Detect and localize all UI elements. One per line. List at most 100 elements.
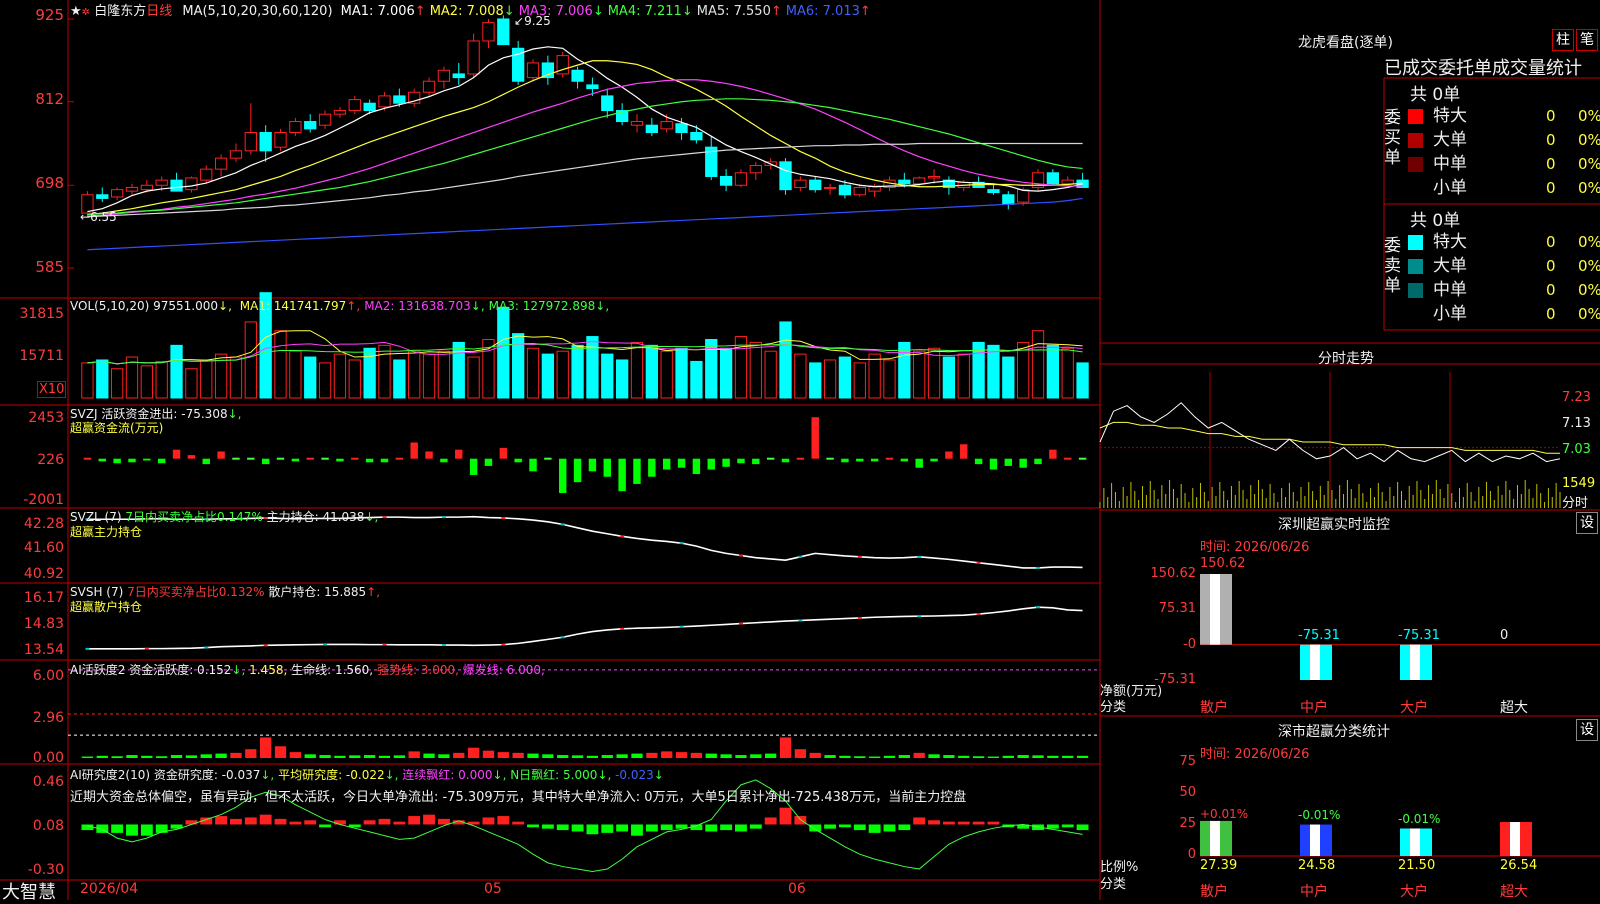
volume-bar-26 bbox=[467, 356, 480, 399]
candle-body-15 bbox=[304, 121, 317, 130]
candle-body-40 bbox=[675, 123, 688, 134]
ai-research-bar-15 bbox=[304, 820, 317, 825]
svzj-bar-56 bbox=[915, 458, 923, 468]
ai-research-bar-61 bbox=[987, 821, 1000, 825]
candle-body-27 bbox=[482, 22, 495, 42]
brand-label[interactable]: 大智慧 bbox=[2, 878, 56, 904]
buy-count-0: 0 bbox=[1546, 107, 1556, 125]
sz-stats-change-0: +0.01% bbox=[1200, 807, 1249, 821]
sz-stats-value-2: 21.50 bbox=[1398, 858, 1436, 873]
ai-active-bar-55 bbox=[898, 755, 910, 758]
sell-row-0: 特大 0 0% bbox=[1408, 230, 1600, 254]
column-view-button[interactable]: 柱 bbox=[1552, 29, 1574, 51]
candle-body-41 bbox=[690, 132, 703, 141]
volume-bar-50 bbox=[823, 359, 837, 399]
svzl-tick-20 bbox=[382, 516, 387, 519]
vol-unit[interactable]: X10 bbox=[37, 381, 67, 398]
svzl-tick-0: 42.28 bbox=[23, 516, 64, 532]
svzj-bar-19 bbox=[365, 458, 374, 463]
ma-label: MA(5,10,20,30,60,120) bbox=[182, 4, 333, 19]
sz-monitor-bar-highlight-0 bbox=[1210, 574, 1220, 645]
svzj-bar-36 bbox=[618, 458, 626, 492]
candle-body-16 bbox=[318, 113, 332, 126]
ai-activity-bars bbox=[68, 669, 1100, 758]
period-label[interactable]: 日线 bbox=[146, 4, 172, 19]
volume-bar-35 bbox=[601, 353, 614, 399]
ai-research-bar-12 bbox=[259, 814, 272, 825]
ai-active-bar-22 bbox=[408, 751, 420, 758]
ma-lines bbox=[87, 46, 1083, 251]
volume-bar-7 bbox=[185, 368, 198, 399]
volume-bar-61 bbox=[987, 344, 1000, 399]
ai-research-bar-22 bbox=[408, 816, 421, 825]
svzj-bar-4 bbox=[143, 458, 151, 461]
volume-bar-13 bbox=[274, 330, 287, 399]
volume-bar-20 bbox=[378, 344, 391, 399]
main-chart-canvas bbox=[0, 0, 1600, 900]
volume-bar-36 bbox=[615, 359, 629, 399]
candle-body-1 bbox=[96, 194, 109, 199]
ai-active-bar-62 bbox=[1002, 755, 1014, 758]
candle-body-10 bbox=[229, 150, 243, 159]
sz-monitor-settings-button[interactable]: 设 bbox=[1576, 512, 1598, 534]
svzj-bar-22 bbox=[410, 442, 418, 459]
ai-active-bar-59 bbox=[958, 755, 970, 758]
svzj-tick-1: 226 bbox=[37, 452, 64, 468]
candle-body-33 bbox=[571, 69, 584, 82]
ai-active-bar-53 bbox=[868, 756, 881, 758]
ai-research-bar-24 bbox=[437, 818, 450, 825]
high-marker: ↙9.25 bbox=[514, 14, 551, 28]
ai-research-tick-0: 0.46 bbox=[32, 774, 64, 790]
date-label-2: 06 bbox=[788, 881, 806, 897]
candle-body-50 bbox=[823, 186, 837, 189]
svsh-tick-28 bbox=[501, 643, 506, 646]
svzj-bar-48 bbox=[796, 457, 805, 460]
sz-stats-title: 深市超赢分类统计 bbox=[1278, 724, 1390, 740]
sz-stats-settings-button[interactable]: 设 bbox=[1576, 719, 1598, 741]
ai-research-bar-58 bbox=[942, 821, 955, 825]
svzj-bar-31 bbox=[544, 457, 552, 460]
svzj-bar-17 bbox=[336, 458, 344, 462]
svzl-tick-1: 41.60 bbox=[23, 540, 64, 556]
svzj-bar-0 bbox=[83, 457, 92, 460]
ai-active-bar-35 bbox=[601, 755, 613, 758]
volume-bar-3 bbox=[125, 356, 139, 399]
buy-row-3: 小单 0 0% bbox=[1408, 176, 1600, 200]
ai-active-bar-5 bbox=[156, 756, 168, 758]
favorite-star-icon[interactable]: ★ bbox=[70, 4, 82, 19]
ai-active-bar-20 bbox=[378, 755, 391, 758]
ai-research-bar-21 bbox=[393, 821, 406, 825]
volume-bar-55 bbox=[898, 341, 911, 399]
ai-active-bar-8 bbox=[200, 754, 212, 758]
svzj-bar-23 bbox=[425, 451, 433, 459]
intraday-unit[interactable]: 分时 bbox=[1562, 492, 1588, 511]
sell-swatch-2 bbox=[1408, 282, 1423, 298]
sell-count-0: 0 bbox=[1546, 233, 1556, 251]
sz-monitor-cat-0: 散户 bbox=[1200, 700, 1228, 716]
candle-body-61 bbox=[987, 189, 1000, 194]
ma-arrow-3: ↓ bbox=[681, 4, 693, 19]
ai-research-bar-28 bbox=[497, 816, 510, 825]
ai-active-bar-3 bbox=[126, 755, 138, 758]
tick-view-button[interactable]: 笔 bbox=[1576, 29, 1598, 51]
svsh-tick-24 bbox=[441, 644, 446, 647]
buy-name-0: 特大 bbox=[1433, 106, 1467, 126]
ma-value-4: MA5: 7.550 bbox=[696, 4, 771, 19]
ai-research-bar-32 bbox=[556, 824, 569, 831]
ai-active-bar-17 bbox=[334, 755, 346, 758]
intraday-title: 分时走势 bbox=[1318, 351, 1374, 367]
order-stats-tab[interactable]: 已成交委托单成交量统计 bbox=[1384, 54, 1582, 80]
sz-monitor-bar-label-3: 0 bbox=[1500, 628, 1509, 643]
sell-pct-0: 0% bbox=[1578, 233, 1600, 251]
ma-arrow-0: ↑ bbox=[414, 4, 426, 19]
candle-body-9 bbox=[214, 157, 228, 170]
candle-body-5 bbox=[155, 179, 168, 186]
svsh-tick-1: 14.83 bbox=[23, 616, 64, 632]
svzj-bar-50 bbox=[826, 457, 834, 460]
ai-active-bar-33 bbox=[571, 755, 584, 758]
volume-bar-32 bbox=[556, 350, 569, 399]
candle-body-38 bbox=[645, 124, 658, 134]
svzj-bar-3 bbox=[128, 458, 136, 463]
ai-research-bar-36 bbox=[616, 824, 629, 832]
svzj-bar-10 bbox=[232, 457, 240, 460]
